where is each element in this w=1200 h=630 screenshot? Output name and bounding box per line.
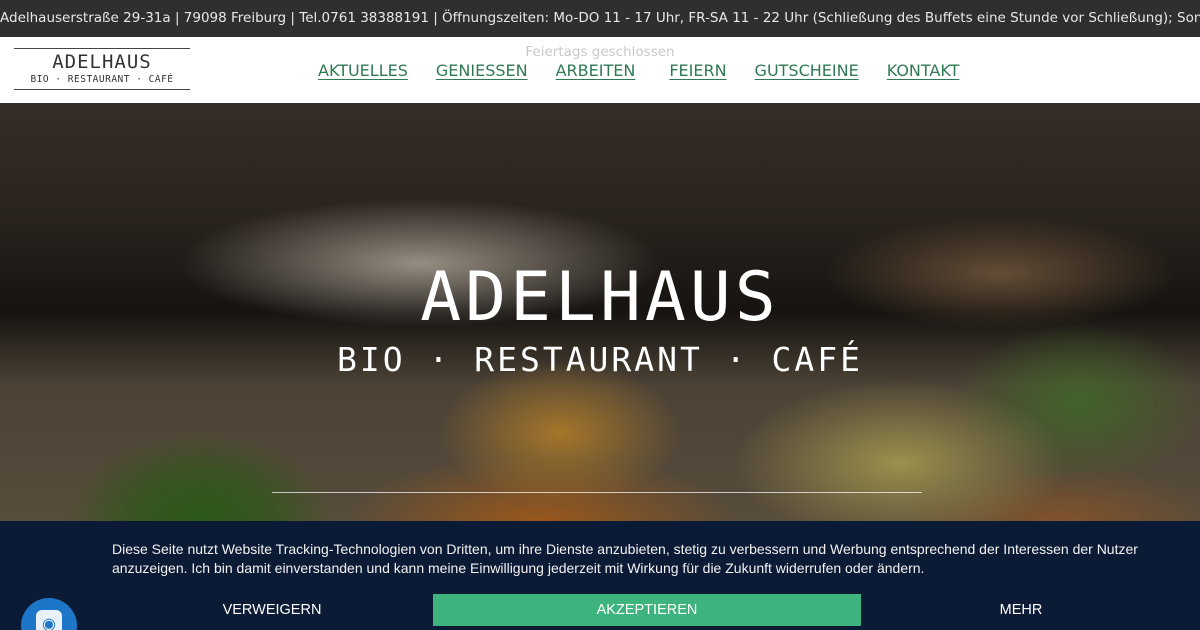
hero-title: ADELHAUS [420, 258, 780, 337]
fingerprint-icon: ◉ [36, 610, 62, 630]
info-bar: Adelhauserstraße 29-31a | 79098 Freiburg… [0, 0, 1200, 37]
hero-subtitle: BIO · RESTAURANT · CAFÉ [337, 340, 863, 379]
logo-subtitle: BIO · RESTAURANT · CAFÉ [30, 74, 174, 85]
logo-title: ADELHAUS [52, 51, 152, 73]
decline-button[interactable]: VERWEIGERN [112, 594, 432, 626]
logo[interactable]: ADELHAUS BIO · RESTAURANT · CAFÉ [14, 48, 190, 90]
more-button[interactable]: MEHR [861, 594, 1181, 626]
nav-item-gutscheine[interactable]: GUTSCHEINE [755, 61, 859, 80]
nav-item-arbeiten[interactable]: ARBEITEN [556, 61, 636, 80]
nav-item-aktuelles[interactable]: AKTUELLES [318, 61, 408, 80]
nav-item-feiern[interactable]: FEIERN [669, 61, 726, 80]
site-header: ADELHAUS BIO · RESTAURANT · CAFÉ AKTUELL… [0, 37, 1200, 103]
cookie-consent-text: Diese Seite nutzt Website Tracking-Techn… [112, 541, 1138, 576]
info-bar-text: Adelhauserstraße 29-31a | 79098 Freiburg… [0, 10, 1200, 26]
nav-item-geniessen[interactable]: GENIESSEN [436, 61, 528, 80]
hero-divider [272, 492, 922, 493]
accept-button[interactable]: AKZEPTIEREN [433, 594, 861, 626]
cookie-banner: Diese Seite nutzt Website Tracking-Techn… [0, 521, 1200, 630]
main-nav: AKTUELLES GENIESSEN ARBEITEN FEIERN GUTS… [318, 37, 987, 103]
nav-item-kontakt[interactable]: KONTAKT [887, 61, 960, 80]
